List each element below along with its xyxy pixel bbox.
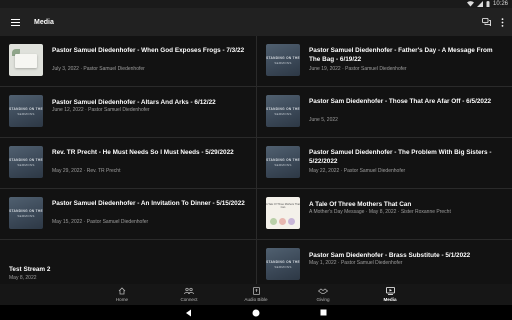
media-item[interactable]: STANDING ON THE SERMONS Pastor Samuel Di… — [0, 87, 256, 138]
home-circle-icon[interactable] — [252, 309, 260, 317]
media-meta: May 8, 2022 — [9, 275, 37, 281]
thumbnail-text: STANDING ON THE — [9, 107, 43, 111]
nav-audio-bible[interactable]: Audio Bible — [223, 284, 290, 305]
system-nav-bar — [0, 305, 512, 320]
thumbnail-text: SERMONS — [274, 163, 292, 167]
media-thumbnail: STANDING ON THE SERMONS — [9, 95, 43, 127]
signal-icon — [476, 1, 483, 7]
nav-label: Audio Bible — [244, 297, 268, 302]
media-title: Pastor Samuel Diedenhofer - An Invitatio… — [52, 200, 245, 207]
thumbnail-text: STANDING ON THE — [266, 107, 300, 111]
recents-icon[interactable] — [320, 309, 327, 316]
nav-label: Connect — [180, 297, 198, 302]
nav-home[interactable]: Home — [89, 284, 156, 305]
thumbnail-text: STANDING ON THE — [266, 260, 300, 264]
media-thumbnail: STANDING ON THE SERMONS — [9, 197, 43, 229]
media-thumbnail: STANDING ON THE SERMONS — [9, 146, 43, 178]
nav-label: Giving — [316, 297, 330, 302]
back-icon[interactable] — [185, 309, 192, 317]
media-thumbnail — [9, 44, 43, 76]
media-title: Rev. TR Precht - He Must Needs So I Must… — [52, 149, 234, 156]
media-title: Pastor Samuel Diedenhofer - When God Exp… — [52, 47, 245, 54]
menu-button[interactable] — [0, 8, 30, 36]
media-item[interactable]: STANDING ON THE SERMONS Pastor Samuel Di… — [0, 189, 256, 240]
media-icon — [385, 287, 395, 295]
nav-connect[interactable]: Connect — [156, 284, 223, 305]
people-icon — [184, 287, 194, 295]
media-meta: A Mother's Day Message · May 8, 2022 · S… — [309, 209, 451, 215]
app-bar: Media — [0, 8, 512, 36]
media-meta: June 5, 2022 — [309, 117, 338, 123]
media-title: Pastor Samuel Diedenhofer - Father's Day… — [309, 47, 493, 63]
more-vert-icon[interactable] — [501, 17, 504, 27]
chat-icon[interactable] — [482, 18, 491, 26]
wifi-icon — [466, 1, 474, 7]
media-item[interactable]: Pastor Samuel Diedenhofer - When God Exp… — [0, 36, 256, 87]
handshake-icon — [318, 288, 328, 294]
media-meta: May 22, 2022 · Pastor Samuel Diedenhofer — [309, 168, 406, 174]
media-item[interactable]: STANDING ON THE SERMONS Pastor Samuel Di… — [257, 36, 512, 87]
media-item[interactable]: A Tale Of Three Mothers That Can A Tale … — [257, 189, 512, 240]
thumbnail-text: SERMONS — [274, 61, 292, 65]
media-column-right: STANDING ON THE SERMONS Pastor Samuel Di… — [256, 36, 512, 284]
thumbnail-text: A Tale Of Three Mothers That Can — [266, 203, 300, 209]
thumbnail-text: STANDING ON THE — [266, 158, 300, 162]
media-title: Pastor Sam Diedenhofer - Those That Are … — [309, 98, 492, 105]
bottom-nav: Home Connect Audio Bible Giving Media — [0, 284, 512, 305]
thumbnail-text: SERMONS — [274, 112, 292, 116]
menu-icon — [10, 18, 20, 26]
media-meta: July 3, 2022 · Pastor Samuel Diedenhofer — [52, 66, 145, 72]
media-meta: May 29, 2022 · Rev. TR Precht — [52, 168, 121, 174]
media-item[interactable]: Test Stream 2 May 8, 2022 — [0, 240, 256, 284]
media-item[interactable]: STANDING ON THE SERMONS Rev. TR Precht -… — [0, 138, 256, 189]
media-list: Pastor Samuel Diedenhofer - When God Exp… — [0, 36, 512, 284]
book-icon — [252, 287, 260, 295]
thumbnail-text: STANDING ON THE — [9, 158, 43, 162]
media-thumbnail: A Tale Of Three Mothers That Can — [266, 197, 300, 229]
page-title: Media — [34, 18, 54, 26]
thumbnail-text: STANDING ON THE — [266, 56, 300, 60]
thumbnail-text: SERMONS — [274, 265, 292, 269]
media-meta: June 12, 2022 · Pastor Samuel Diedenhofe… — [52, 107, 150, 113]
media-title: Pastor Samuel Diedenhofer - The Problem … — [309, 149, 492, 165]
media-meta: May 15, 2022 · Pastor Samuel Diedenhofer — [52, 219, 149, 225]
media-thumbnail: STANDING ON THE SERMONS — [266, 248, 300, 280]
thumbnail-text: STANDING ON THE — [9, 209, 43, 213]
media-item[interactable]: STANDING ON THE SERMONS Pastor Sam Diede… — [257, 240, 512, 284]
thumbnail-text: SERMONS — [17, 163, 35, 167]
nav-label: Home — [115, 297, 129, 302]
thumbnail-text: SERMONS — [17, 112, 35, 116]
media-item[interactable]: STANDING ON THE SERMONS Pastor Samuel Di… — [257, 138, 512, 189]
media-thumbnail: STANDING ON THE SERMONS — [266, 146, 300, 178]
battery-icon — [486, 1, 490, 7]
media-column-left: Pastor Samuel Diedenhofer - When God Exp… — [0, 36, 256, 284]
media-title: Test Stream 2 — [9, 266, 51, 273]
nav-media[interactable]: Media — [357, 284, 424, 305]
media-meta: May 1, 2022 · Pastor Samuel Diedenhofer — [309, 260, 403, 266]
status-bar: 10:26 — [0, 0, 512, 8]
status-time: 10:26 — [492, 1, 508, 7]
thumbnail-text: SERMONS — [17, 214, 35, 218]
media-thumbnail: STANDING ON THE SERMONS — [266, 44, 300, 76]
nav-giving[interactable]: Giving — [290, 284, 357, 305]
nav-label: Media — [383, 297, 397, 302]
media-thumbnail: STANDING ON THE SERMONS — [266, 95, 300, 127]
media-meta: June 19, 2022 · Pastor Samuel Diedenhofe… — [309, 66, 407, 72]
media-item[interactable]: STANDING ON THE SERMONS Pastor Sam Diede… — [257, 87, 512, 138]
home-icon — [118, 287, 126, 295]
